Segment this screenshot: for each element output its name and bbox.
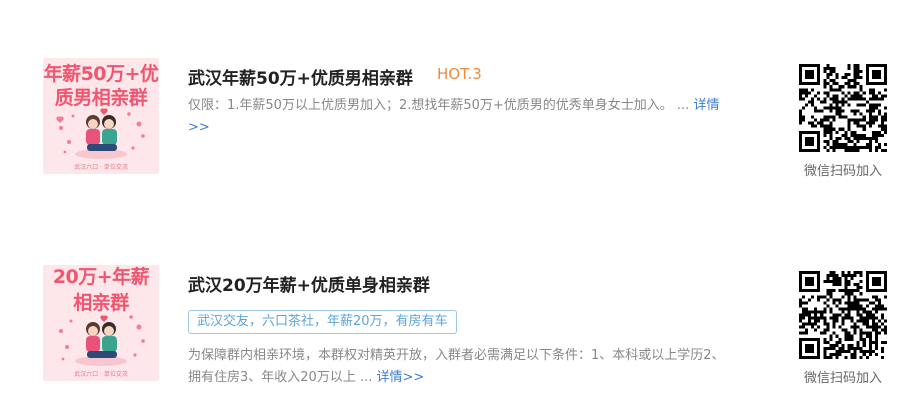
qr-caption: 微信扫码加入 xyxy=(803,164,882,179)
group-title-link[interactable]: 武汉20万年薪+优质单身相亲群 xyxy=(188,271,430,296)
qr-code-icon xyxy=(799,64,887,152)
group-card-1: 年薪50万+优 质男相亲群 武汉六口 · 单位交流 武汉年薪50万+优质男相亲群… xyxy=(0,58,919,198)
thumb-footer: 武汉六口 · 单位交流 xyxy=(74,164,128,171)
thumb-footer: 武汉六口 · 单位交流 xyxy=(74,371,128,378)
group-thumbnail[interactable]: 20万+年薪 相亲群 武汉六口 · 单位交流 xyxy=(43,265,159,381)
group-title-link[interactable]: 武汉年薪50万+优质男相亲群 xyxy=(188,64,413,89)
group-thumbnail[interactable]: 年薪50万+优 质男相亲群 武汉六口 · 单位交流 xyxy=(43,58,159,174)
group-description: 仅限：1.年薪50万以上优质男加入；2.想找年薪50万+优质男的优秀单身女士加入… xyxy=(188,95,733,139)
couple-illustration-icon xyxy=(59,315,145,366)
hot-badge: HOT.3 xyxy=(437,65,482,83)
details-link[interactable]: 详情>> xyxy=(376,370,424,385)
qr-code-icon xyxy=(799,271,887,359)
couple-illustration-icon xyxy=(56,108,145,159)
group-card-2: 20万+年薪 相亲群 武汉六口 · 单位交流 武汉20万年薪+优质单身相亲群 武… xyxy=(0,265,919,405)
description-text: 为保障群内相亲环境，本群权对精英开放，入群者必需满足以下条件：1、本科或以上学历… xyxy=(188,348,725,385)
description-text: 仅限：1.年薪50万以上优质男加入；2.想找年薪50万+优质男的优秀单身女士加入… xyxy=(188,98,690,113)
group-description: 为保障群内相亲环境，本群权对精英开放，入群者必需满足以下条件：1、本科或以上学历… xyxy=(188,345,733,389)
group-tags: 武汉交友，六口茶社，年薪20万，有房有车 xyxy=(188,310,457,334)
qr-caption: 微信扫码加入 xyxy=(803,371,882,386)
